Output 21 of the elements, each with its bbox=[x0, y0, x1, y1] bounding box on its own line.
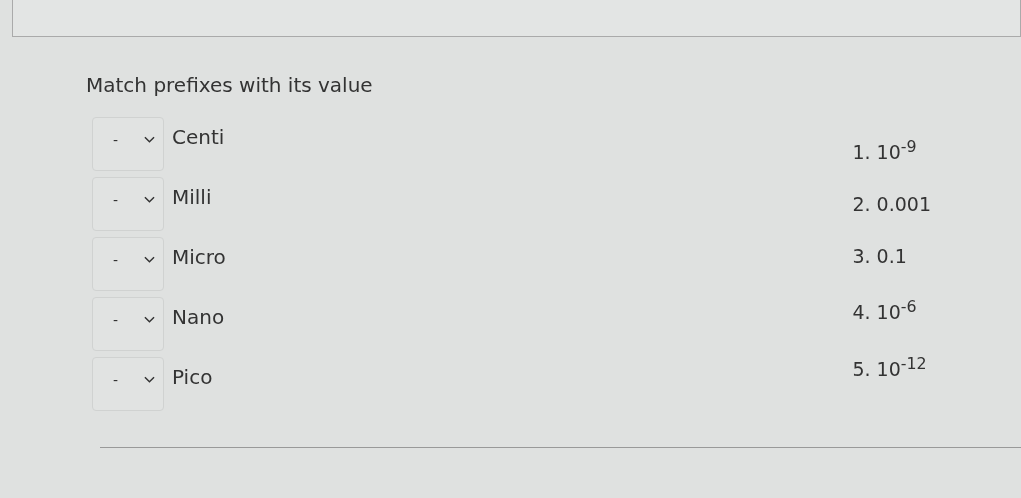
prefix-label: Nano bbox=[172, 305, 225, 329]
prefix-label: Micro bbox=[172, 245, 226, 269]
value-option: 2. 0.001 bbox=[852, 193, 931, 216]
answer-dropdown[interactable]: - bbox=[92, 177, 164, 231]
prefix-label: Centi bbox=[172, 125, 225, 149]
chevron-down-icon bbox=[144, 136, 155, 144]
value-option: 1. 10$^{-9}$ bbox=[852, 137, 931, 164]
prefix-label: Pico bbox=[172, 365, 213, 389]
answer-dropdown[interactable]: - bbox=[92, 117, 164, 171]
question-text: Match prefixes with its value bbox=[86, 73, 374, 97]
chevron-down-icon bbox=[144, 256, 155, 264]
chevron-down-icon bbox=[144, 376, 155, 384]
value-option: 5. 10$^{-12}$ bbox=[852, 353, 931, 380]
answer-dropdown[interactable]: - bbox=[92, 357, 164, 411]
value-option: 4. 10$^{-6}$ bbox=[852, 297, 931, 324]
answer-dropdown[interactable]: - bbox=[92, 297, 164, 351]
value-option: 3. 0.1 bbox=[852, 245, 931, 268]
answer-dropdown[interactable]: - bbox=[92, 237, 164, 291]
prefix-label: Milli bbox=[172, 185, 212, 209]
chevron-down-icon bbox=[144, 196, 155, 204]
chevron-down-icon bbox=[144, 316, 155, 324]
